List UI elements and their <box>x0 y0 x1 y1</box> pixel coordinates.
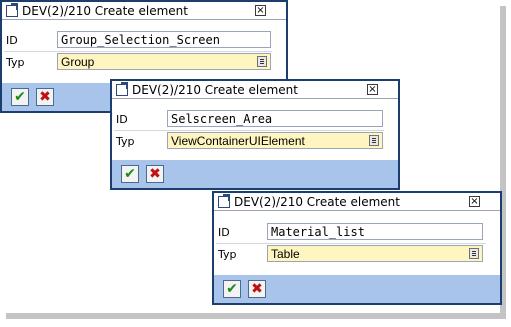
field-divider <box>216 243 486 244</box>
create-element-dialog-3: DEV(2)/210 Create element × ID Material_… <box>212 191 502 305</box>
button-bar: ✔ ✖ <box>214 275 500 303</box>
confirm-button[interactable]: ✔ <box>121 165 139 183</box>
dropdown-list-icon[interactable] <box>369 135 379 146</box>
typ-label: Typ <box>6 55 25 69</box>
close-button[interactable]: × <box>255 5 266 16</box>
field-divider <box>114 130 384 131</box>
external-window-icon <box>218 193 230 208</box>
cancel-button[interactable]: ✖ <box>36 88 54 106</box>
field-divider <box>4 51 272 52</box>
external-window-icon <box>6 2 18 17</box>
typ-select[interactable]: Table <box>267 245 483 262</box>
typ-label: Typ <box>218 247 237 261</box>
typ-select[interactable]: Group <box>57 53 271 70</box>
typ-select-value: Group <box>61 54 95 69</box>
id-input[interactable]: Group_Selection_Screen <box>57 31 271 48</box>
dialog-titlebar[interactable]: DEV(2)/210 Create element × <box>2 2 286 20</box>
confirm-button[interactable]: ✔ <box>223 280 241 298</box>
dialog-titlebar[interactable]: DEV(2)/210 Create element × <box>112 81 398 99</box>
id-input[interactable]: Selscreen_Area <box>167 110 383 127</box>
dropdown-list-icon[interactable] <box>469 248 479 259</box>
typ-select-value: Table <box>271 246 300 261</box>
close-button[interactable]: × <box>469 196 480 207</box>
dialog-titlebar[interactable]: DEV(2)/210 Create element × <box>214 193 500 211</box>
typ-select[interactable]: ViewContainerUIElement <box>167 132 383 149</box>
create-element-dialog-2: DEV(2)/210 Create element × ID Selscreen… <box>110 79 400 190</box>
confirm-button[interactable]: ✔ <box>11 88 29 106</box>
id-input[interactable]: Material_list <box>267 223 483 240</box>
typ-label: Typ <box>116 134 135 148</box>
dialog-title: DEV(2)/210 Create element <box>132 82 298 97</box>
id-label: ID <box>116 112 128 126</box>
cancel-button[interactable]: ✖ <box>146 165 164 183</box>
cancel-button[interactable]: ✖ <box>248 280 266 298</box>
dialog-title: DEV(2)/210 Create element <box>234 194 400 209</box>
id-label: ID <box>6 33 18 47</box>
external-window-icon <box>116 81 128 96</box>
button-bar: ✔ ✖ <box>112 160 398 188</box>
typ-select-value: ViewContainerUIElement <box>171 133 305 148</box>
close-button[interactable]: × <box>367 84 378 95</box>
id-label: ID <box>218 225 230 239</box>
dialog-title: DEV(2)/210 Create element <box>22 3 188 18</box>
dropdown-list-icon[interactable] <box>257 56 267 67</box>
